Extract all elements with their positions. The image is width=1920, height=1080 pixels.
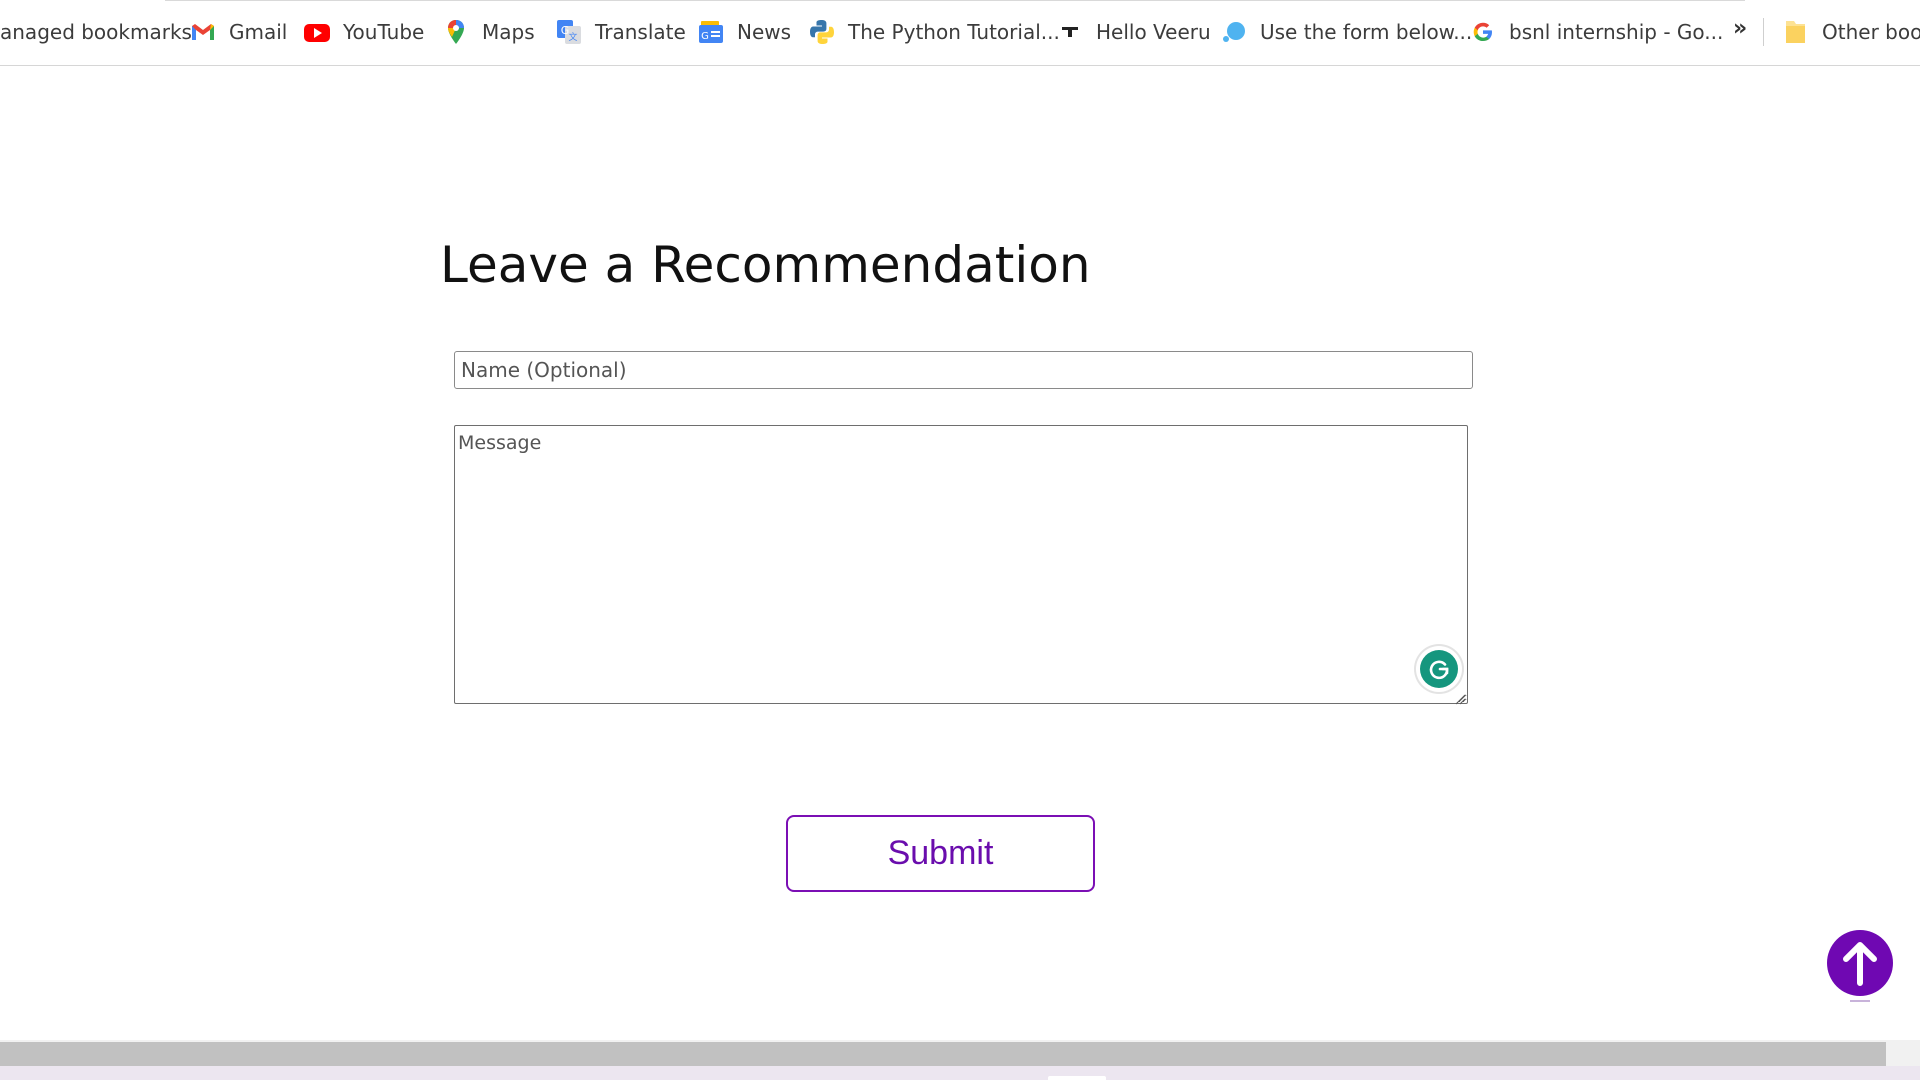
bookmark-label: Hello Veeru (1096, 20, 1211, 44)
bookmark-label: Maps (482, 20, 535, 44)
bookmark-python-tutorial[interactable]: The Python Tutorial... (809, 17, 1060, 47)
name-input[interactable] (454, 351, 1473, 389)
grammarly-icon (1420, 650, 1458, 688)
python-icon (809, 19, 835, 45)
bookmark-label: Other book (1822, 20, 1920, 44)
horizontal-scrollbar[interactable] (0, 1040, 1920, 1066)
gmail-icon (190, 19, 216, 45)
bookmarks-divider (1763, 18, 1764, 46)
bookmark-other-bookmarks[interactable]: Other book (1783, 17, 1920, 47)
maps-pin-icon (443, 19, 469, 45)
bookmark-label: Gmail (229, 20, 288, 44)
page-title: Leave a Recommendation (440, 236, 1091, 294)
svg-text:G: G (701, 31, 709, 42)
bookmark-label: YouTube (343, 20, 425, 44)
bookmark-label: The Python Tutorial... (848, 20, 1060, 44)
blue-bubble-icon (1221, 19, 1247, 45)
youtube-icon (304, 19, 330, 45)
folder-icon (1783, 19, 1809, 45)
bookmark-bsnl-internship[interactable]: bsnl internship - Go... (1470, 17, 1723, 47)
google-translate-icon: G 文 (556, 19, 582, 45)
scrollbar-thumb[interactable] (0, 1042, 1886, 1066)
bookmarks-bar: anaged bookmarks Gmail YouTube Maps G 文 … (0, 0, 1920, 66)
bookmark-youtube[interactable]: YouTube (304, 17, 424, 47)
svg-text:文: 文 (568, 31, 577, 43)
bookmark-label: anaged bookmarks (0, 20, 192, 44)
bookmark-hello-veeru[interactable]: Hello Veeru (1057, 17, 1211, 47)
taskbar-strip (0, 1066, 1920, 1080)
bookmark-gmail[interactable]: Gmail (190, 17, 287, 47)
taskbar-indicator (1048, 1076, 1106, 1080)
grammarly-button[interactable] (1416, 646, 1462, 692)
bookmark-managed-bookmarks[interactable]: anaged bookmarks (0, 17, 192, 47)
bookmark-news[interactable]: G News (698, 17, 791, 47)
google-news-icon: G (698, 19, 724, 45)
bookmark-maps[interactable]: Maps (443, 17, 535, 47)
bookmark-label: bsnl internship - Go... (1509, 20, 1724, 44)
bookmark-label: News (737, 20, 792, 44)
bookmark-use-the-form[interactable]: Use the form below... (1221, 17, 1472, 47)
submit-button[interactable]: Submit (786, 815, 1095, 892)
message-textarea[interactable] (454, 425, 1468, 704)
scroll-to-top-button[interactable] (1826, 926, 1894, 1004)
bookmark-label: Use the form below... (1260, 20, 1473, 44)
resize-handle-icon[interactable] (1454, 690, 1466, 705)
message-container (454, 425, 1468, 705)
more-bookmarks-button[interactable]: » (1733, 16, 1747, 41)
toolbar-divider (165, 0, 1745, 1)
arrow-up-icon (1827, 930, 1893, 1002)
bookmark-label: Translate (595, 20, 686, 44)
bookmark-translate[interactable]: G 文 Translate (556, 17, 686, 47)
google-g-icon (1470, 19, 1496, 45)
site-favicon-icon (1057, 19, 1083, 45)
